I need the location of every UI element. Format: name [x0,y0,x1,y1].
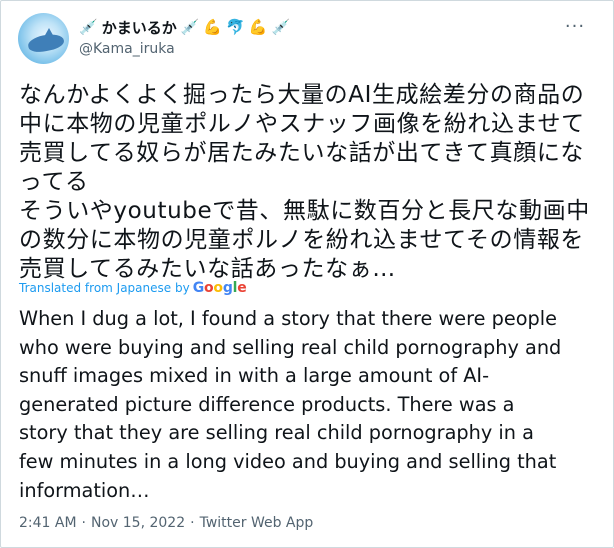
author-name-row[interactable]: 💉 かまいるか 💉 💪 🐬 💪 💉 [79,15,290,39]
google-letter: o [203,280,214,296]
translated-label: Translated from Japanese by [19,281,190,295]
syringe-icon: 💉 [180,17,200,36]
meta-separator: · [81,515,86,531]
tweet-card: 💉 かまいるか 💉 💪 🐬 💪 💉 @Kama_iruka ··· なんかよくよ… [0,0,614,548]
tweet-time-link[interactable]: 2:41 AM [19,515,77,531]
author-display-name: かまいるか [101,18,177,37]
syringe-icon: 💉 [79,17,98,36]
google-logo: Google [193,280,247,296]
tweet-metadata: 2:41 AM · Nov 15, 2022 · Twitter Web App [19,515,313,531]
tweet-source: Twitter Web App [199,515,314,531]
tweet-date-link[interactable]: Nov 15, 2022 [91,515,185,531]
tweet-translated-text: When I dug a lot, I found a story that t… [19,307,562,502]
tweet-original-text: なんかよくよく掘ったら大量のAI生成絵差分の商品の 中に本物の児童ポルノやスナッ… [19,82,590,282]
flexed-biceps-icon: 💪 [203,17,223,36]
google-letter: G [192,280,205,296]
meta-separator: · [190,515,195,531]
flexed-biceps-icon: 💪 [248,17,268,36]
google-letter: e [237,280,247,296]
translated-from-link[interactable]: Translated from Japanese by Google [19,280,247,296]
syringe-icon: 💉 [271,17,291,36]
google-letter: o [213,280,223,296]
more-options-icon[interactable]: ··· [564,15,586,37]
avatar[interactable] [18,13,69,64]
author-handle[interactable]: @Kama_iruka [79,41,175,57]
dolphin-icon: 🐬 [226,17,245,36]
google-letter: g [222,280,233,296]
dolphin-shape [26,31,66,55]
